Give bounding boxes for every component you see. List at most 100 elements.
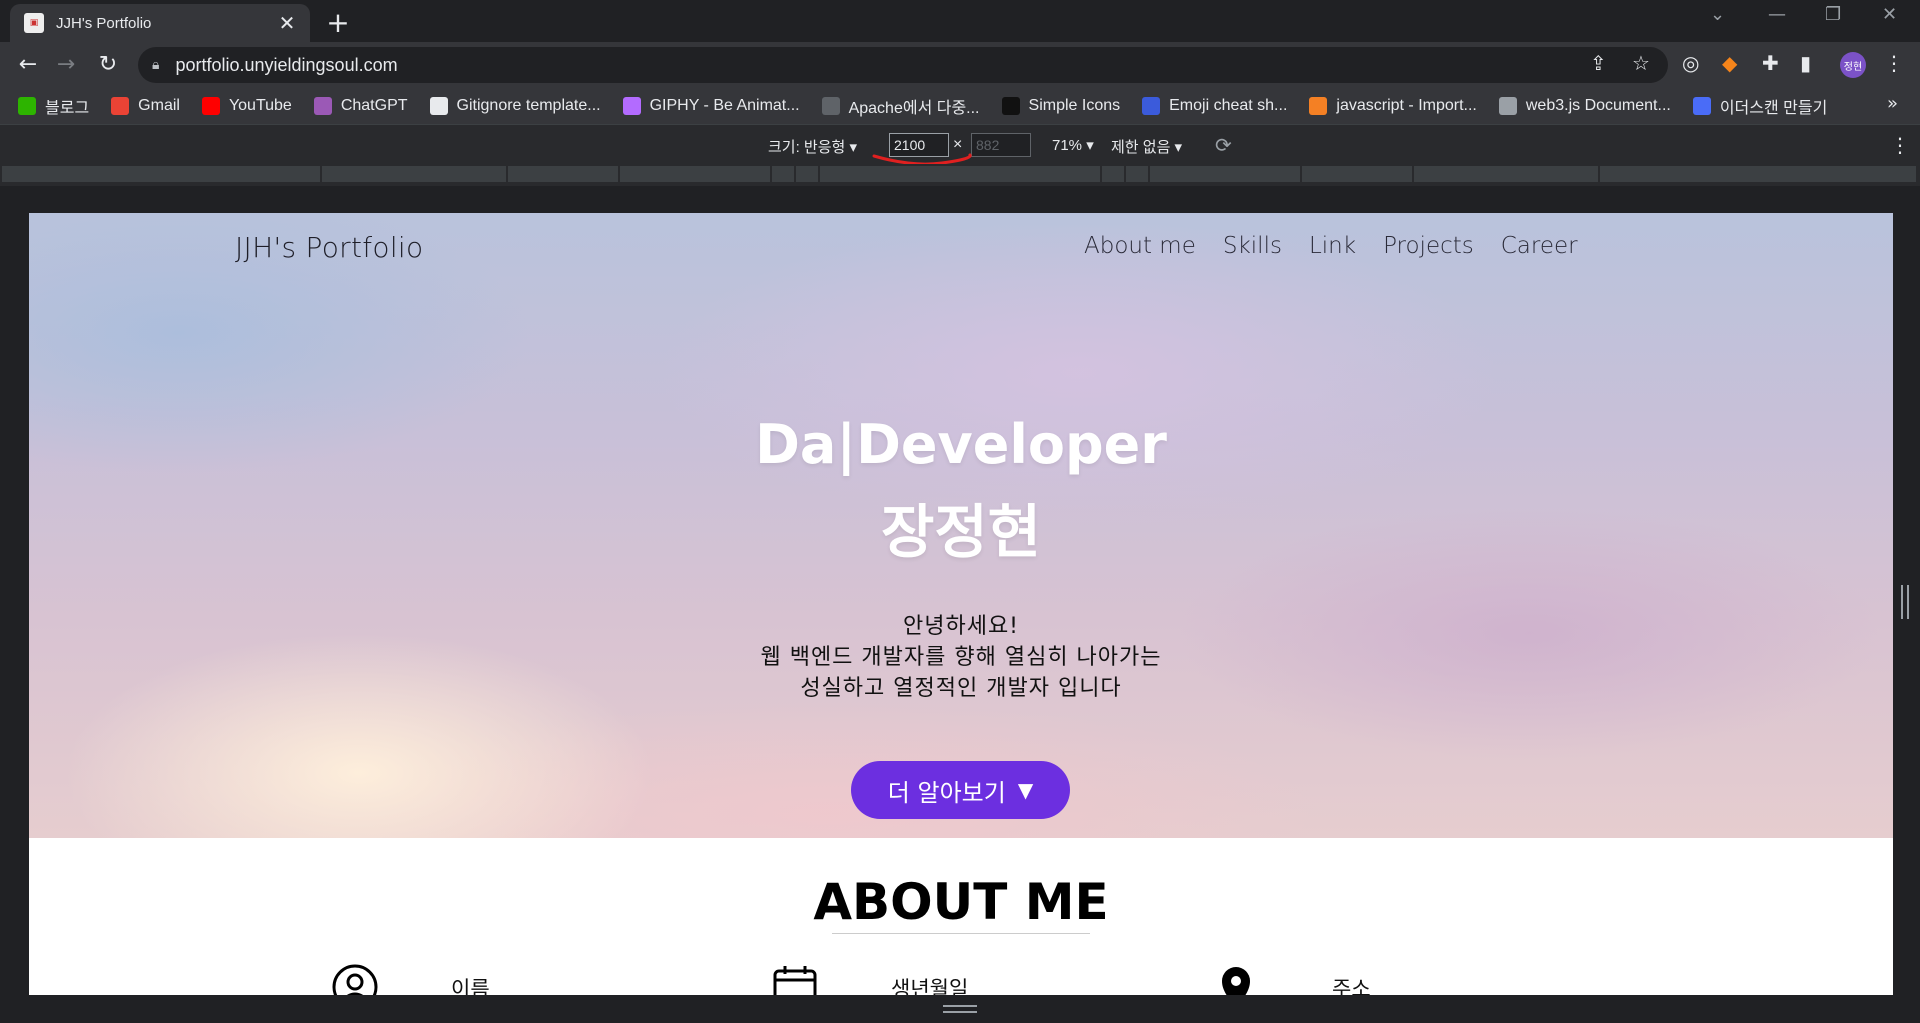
rotate-icon[interactable]: ⟳ bbox=[1215, 133, 1232, 157]
bookmark-label: 블로그 bbox=[45, 100, 90, 117]
bookmark-favicon-icon bbox=[1692, 97, 1711, 115]
tab-strip: ▣ JJH's Portfolio ✕ + ⌄ — ❐ ✕ bbox=[0, 0, 1920, 42]
profile-avatar[interactable]: 정현 bbox=[1840, 52, 1866, 78]
bookmark-favicon-icon bbox=[1309, 97, 1328, 115]
bookmark-item[interactable]: Emoji cheat sh... bbox=[1142, 97, 1287, 115]
nav-skills[interactable]: Skills bbox=[1223, 233, 1282, 259]
nav-projects[interactable]: Projects bbox=[1383, 233, 1474, 259]
media-query-segment[interactable] bbox=[796, 166, 820, 182]
media-query-segment[interactable] bbox=[2, 166, 322, 182]
tab-title: JJH's Portfolio bbox=[56, 14, 152, 32]
back-icon[interactable]: ← bbox=[14, 51, 42, 79]
media-query-segment[interactable] bbox=[1126, 166, 1150, 182]
bookmark-item[interactable]: 블로그 bbox=[18, 94, 89, 118]
bookmark-item[interactable]: web3.js Document... bbox=[1498, 97, 1671, 115]
tab-search-icon[interactable]: ⌄ bbox=[1710, 4, 1725, 25]
media-query-segment[interactable] bbox=[1102, 166, 1126, 182]
bookmark-item[interactable]: YouTube bbox=[201, 97, 292, 115]
media-query-segment[interactable] bbox=[620, 166, 772, 182]
minimize-icon[interactable]: — bbox=[1768, 4, 1786, 25]
bookmark-favicon-icon bbox=[821, 97, 840, 115]
tab-active[interactable]: ▣ JJH's Portfolio ✕ bbox=[10, 4, 310, 42]
viewport-resize-bar bbox=[0, 995, 1920, 1023]
media-query-bar[interactable] bbox=[0, 164, 1920, 186]
share-icon[interactable]: ⇪ bbox=[1590, 51, 1607, 75]
hero-name: 장정현 bbox=[880, 498, 1042, 566]
dimensions-select[interactable]: 크기: 반응형 ▾ bbox=[768, 136, 857, 157]
new-tab-icon[interactable]: + bbox=[323, 6, 353, 39]
media-query-segment[interactable] bbox=[772, 166, 796, 182]
side-panel-icon[interactable]: ▮ bbox=[1800, 51, 1811, 75]
nav-career[interactable]: Career bbox=[1501, 233, 1578, 259]
bookmark-label: Gmail bbox=[138, 97, 180, 114]
media-query-segment[interactable] bbox=[508, 166, 620, 182]
media-query-segment[interactable] bbox=[322, 166, 508, 182]
window-close-icon[interactable]: ✕ bbox=[1882, 4, 1897, 25]
bookmark-item[interactable]: Simple Icons bbox=[1001, 97, 1120, 115]
lock-icon[interactable]: 🔒︎ bbox=[152, 57, 159, 73]
device-toolbar-menu-icon[interactable]: ⋮ bbox=[1890, 133, 1910, 157]
bookmark-item[interactable]: Gmail bbox=[111, 97, 180, 115]
info-item-birthday: 생년월일 bbox=[771, 963, 968, 995]
user-icon bbox=[332, 964, 378, 995]
bookmark-item[interactable]: Gitignore template... bbox=[429, 97, 601, 115]
bookmark-label: web3.js Document... bbox=[1525, 97, 1671, 114]
bookmark-label: Apache에서 다중... bbox=[848, 100, 980, 117]
bookmark-item[interactable]: ChatGPT bbox=[313, 97, 408, 115]
bookmark-favicon-icon bbox=[111, 97, 130, 115]
viewport-resize-handle-right[interactable] bbox=[1901, 585, 1909, 619]
reload-icon[interactable]: ↻ bbox=[94, 51, 122, 79]
nav-link[interactable]: Link bbox=[1309, 233, 1356, 259]
bookmarks-overflow-icon[interactable]: » bbox=[1887, 93, 1898, 114]
bookmark-favicon-icon bbox=[201, 97, 220, 115]
media-query-segment[interactable] bbox=[1600, 166, 1918, 182]
bookmark-label: Emoji cheat sh... bbox=[1169, 97, 1288, 114]
restore-icon[interactable]: ❐ bbox=[1825, 4, 1841, 25]
address-bar[interactable]: 🔒︎ portfolio.unyieldingsoul.com bbox=[138, 47, 1668, 83]
about-me-heading: ABOUT ME bbox=[813, 873, 1109, 931]
extension-target-icon[interactable]: ◎ bbox=[1682, 51, 1699, 75]
bookmark-favicon-icon bbox=[1142, 97, 1161, 115]
extensions-puzzle-icon[interactable]: ✚ bbox=[1762, 51, 1779, 75]
url-text: portfolio.unyieldingsoul.com bbox=[175, 54, 398, 75]
media-query-segment[interactable] bbox=[1414, 166, 1600, 182]
bookmark-label: javascript - Import... bbox=[1336, 97, 1477, 114]
emulated-viewport: JJH's Portfolio About me Skills Link Pro… bbox=[29, 213, 1893, 995]
bookmark-item[interactable]: 이더스캔 만들기 bbox=[1692, 94, 1827, 118]
viewport-height-input[interactable]: 882 bbox=[971, 133, 1031, 157]
bookmark-star-icon[interactable]: ☆ bbox=[1632, 51, 1650, 75]
media-query-segment[interactable] bbox=[820, 166, 1102, 182]
main-nav: About me Skills Link Projects Career bbox=[1084, 233, 1605, 259]
zoom-select[interactable]: 71% ▾ bbox=[1052, 136, 1094, 154]
bookmark-favicon-icon bbox=[1498, 97, 1517, 115]
hero-section: JJH's Portfolio About me Skills Link Pro… bbox=[29, 213, 1893, 838]
metamask-fox-icon[interactable]: ◆ bbox=[1722, 51, 1737, 75]
browser-toolbar: ← → ↻ 🔒︎ portfolio.unyieldingsoul.com ⇪ … bbox=[0, 42, 1920, 88]
info-item-name: 이름 bbox=[331, 963, 490, 995]
media-query-segment[interactable] bbox=[1302, 166, 1414, 182]
throttle-select[interactable]: 제한 없음 ▾ bbox=[1111, 136, 1182, 157]
learn-more-button[interactable]: 더 알아보기 ▼ bbox=[851, 761, 1070, 819]
viewport-resize-handle-bottom[interactable] bbox=[943, 1005, 977, 1013]
nav-about-me[interactable]: About me bbox=[1084, 233, 1196, 259]
bookmark-favicon-icon bbox=[313, 97, 332, 115]
chevron-down-icon: ▼ bbox=[1017, 778, 1034, 802]
info-label-birthday: 생년월일 bbox=[891, 977, 969, 995]
media-query-segment[interactable] bbox=[1150, 166, 1302, 182]
location-pin-icon bbox=[1222, 967, 1250, 995]
tab-close-icon[interactable]: ✕ bbox=[276, 11, 298, 36]
site-logo[interactable]: JJH's Portfolio bbox=[235, 231, 423, 264]
intro-line-2: 웹 백엔드 개발자를 향해 열심히 나아가는 bbox=[760, 645, 1162, 670]
bookmark-item[interactable]: javascript - Import... bbox=[1309, 97, 1477, 115]
bookmark-item[interactable]: GIPHY - Be Animat... bbox=[622, 97, 800, 115]
bookmark-label: Gitignore template... bbox=[456, 97, 601, 114]
browser-menu-icon[interactable]: ⋮ bbox=[1884, 51, 1904, 75]
site-favicon-icon: ▣ bbox=[24, 13, 44, 33]
info-label-name: 이름 bbox=[451, 977, 490, 995]
forward-icon[interactable]: → bbox=[52, 51, 80, 79]
bookmark-item[interactable]: Apache에서 다중... bbox=[821, 94, 980, 118]
dimension-separator: × bbox=[953, 136, 963, 153]
bookmark-favicon-icon bbox=[1001, 97, 1020, 115]
info-label-address: 주소 bbox=[1332, 977, 1371, 995]
bookmark-favicon-icon bbox=[18, 97, 36, 115]
